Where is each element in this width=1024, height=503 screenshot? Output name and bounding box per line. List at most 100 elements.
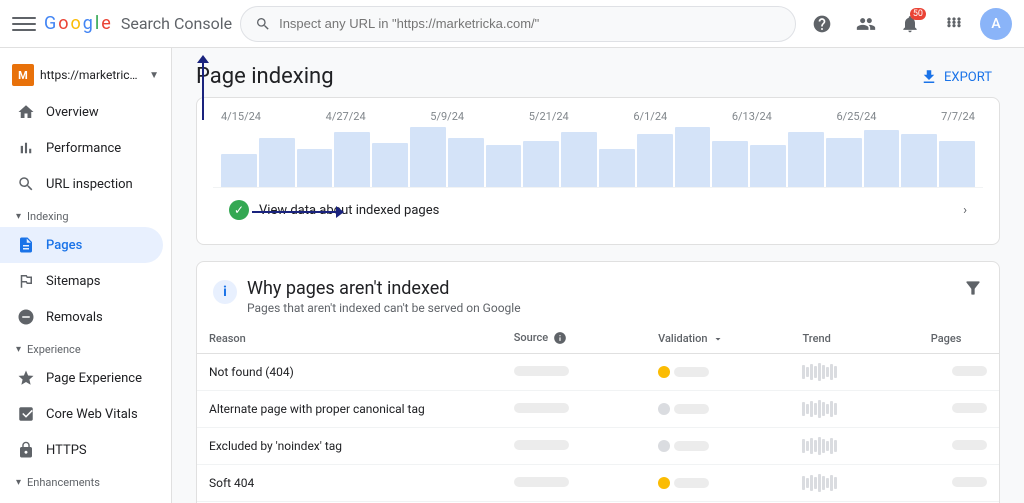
chart-bar [561, 132, 597, 187]
why-header: i Why pages aren't indexed Pages that ar… [197, 262, 999, 323]
sidebar-item-page-experience[interactable]: Page Experience [0, 360, 163, 396]
chart-bar [448, 138, 484, 188]
search-input[interactable] [279, 16, 781, 31]
trend-cell [790, 465, 918, 502]
experience-section-label: ▾ Experience [0, 335, 171, 360]
core-web-vitals-label: Core Web Vitals [46, 407, 138, 422]
export-button[interactable]: EXPORT [904, 60, 1008, 94]
indexed-row-chevron: › [963, 203, 967, 218]
chart-bar [221, 154, 257, 187]
chart-bar [523, 141, 559, 187]
sidebar-item-amp[interactable]: AMP [0, 493, 163, 503]
main-content: Page indexing EXPORT 4/15/24 4/27/24 5/9… [172, 48, 1024, 503]
core-web-vitals-icon [16, 404, 36, 424]
chart-bar [637, 134, 673, 187]
chart-date-6: 6/13/24 [732, 110, 772, 123]
chart-bar [599, 149, 635, 188]
removals-label: Removals [46, 310, 103, 325]
col-trend-header: Trend [790, 323, 918, 354]
notifications-button[interactable]: 50 [892, 6, 928, 42]
chart-date-3: 5/9/24 [430, 110, 464, 123]
body-layout: M https://marketricka... ▼ Overview Perf… [0, 48, 1024, 503]
sidebar-item-sitemaps[interactable]: Sitemaps [0, 263, 163, 299]
table-row[interactable]: Excluded by 'noindex' tag [197, 428, 999, 465]
source-cell [502, 354, 646, 391]
reason-cell: Not found (404) [197, 354, 502, 391]
chart-card: 4/15/24 4/27/24 5/9/24 5/21/24 6/1/24 6/… [196, 97, 1000, 245]
trend-cell [790, 428, 918, 465]
chart-bar [259, 138, 295, 188]
source-cell [502, 391, 646, 428]
filter-icon[interactable] [963, 278, 983, 303]
green-check-icon: ✓ [229, 200, 249, 220]
sidebar-item-pages[interactable]: Pages [0, 227, 163, 263]
source-cell [502, 465, 646, 502]
home-icon [16, 102, 36, 122]
why-title: Why pages aren't indexed [247, 278, 521, 299]
pages-cell [919, 391, 999, 428]
removals-icon [16, 307, 36, 327]
pages-cell [919, 354, 999, 391]
site-selector[interactable]: M https://marketricka... ▼ [0, 56, 171, 94]
pages-icon [16, 235, 36, 255]
url-inspection-label: URL inspection [46, 177, 133, 192]
apps-button[interactable] [936, 6, 972, 42]
reason-cell: Alternate page with proper canonical tag [197, 391, 502, 428]
col-source-header: Source [502, 323, 646, 354]
performance-icon [16, 138, 36, 158]
page-experience-label: Page Experience [46, 371, 142, 386]
chart-bar [410, 127, 446, 188]
chart-dates: 4/15/24 4/27/24 5/9/24 5/21/24 6/1/24 6/… [213, 110, 983, 127]
manage-users-button[interactable] [848, 6, 884, 42]
chart-bar [712, 141, 748, 187]
chart-date-2: 4/27/24 [326, 110, 366, 123]
chart-date-4: 5/21/24 [529, 110, 569, 123]
pages-cell [919, 465, 999, 502]
chart-date-1: 4/15/24 [221, 110, 261, 123]
chart-bar [675, 127, 711, 188]
info-icon: i [213, 280, 237, 304]
sidebar-item-removals[interactable]: Removals [0, 299, 163, 335]
page-header: Page indexing EXPORT [172, 48, 1024, 97]
hamburger-menu[interactable] [12, 12, 36, 36]
help-button[interactable] [804, 6, 840, 42]
trend-cell [790, 354, 918, 391]
sitemaps-icon [16, 271, 36, 291]
pages-label: Pages [46, 238, 82, 253]
arrow-right-decoration [252, 211, 337, 213]
enhancements-section-label: ▾ Enhancements [0, 468, 171, 493]
table-row[interactable]: Soft 404 [197, 465, 999, 502]
google-logo: Google [44, 13, 111, 34]
chart-bar [864, 130, 900, 187]
sidebar-item-overview[interactable]: Overview [0, 94, 163, 130]
sitemaps-label: Sitemaps [46, 274, 101, 289]
chart-bar [486, 145, 522, 187]
table-row[interactable]: Not found (404) [197, 354, 999, 391]
chart-bar [334, 132, 370, 187]
sidebar-item-url-inspection[interactable]: URL inspection [0, 166, 163, 202]
chart-bars [213, 127, 983, 187]
indexed-pages-row[interactable]: ✓ View data about indexed pages › [213, 187, 983, 232]
trend-cell [790, 391, 918, 428]
indexed-row-left: ✓ View data about indexed pages [229, 200, 439, 220]
user-avatar[interactable]: A [980, 8, 1012, 40]
sidebar-item-performance[interactable]: Performance [0, 130, 163, 166]
validation-cell [646, 465, 790, 502]
validation-cell [646, 428, 790, 465]
sidebar-item-core-web-vitals[interactable]: Core Web Vitals [0, 396, 163, 432]
search-icon [255, 16, 271, 32]
col-pages-header: Pages [919, 323, 999, 354]
performance-label: Performance [46, 141, 121, 156]
table-row[interactable]: Alternate page with proper canonical tag [197, 391, 999, 428]
reasons-table: Reason Source Validation Trend Pages [197, 323, 999, 503]
indexed-pages-text: View data about indexed pages [259, 203, 439, 218]
chart-date-8: 7/7/24 [941, 110, 975, 123]
sidebar-item-https[interactable]: HTTPS [0, 432, 163, 468]
chart-bar [297, 149, 333, 188]
chart-bar [750, 145, 786, 187]
chart-date-5: 6/1/24 [633, 110, 667, 123]
why-not-indexed-card: i Why pages aren't indexed Pages that ar… [196, 261, 1000, 503]
col-validation-header: Validation [646, 323, 790, 354]
url-inspect-icon [16, 174, 36, 194]
site-dropdown-icon: ▼ [149, 70, 159, 81]
